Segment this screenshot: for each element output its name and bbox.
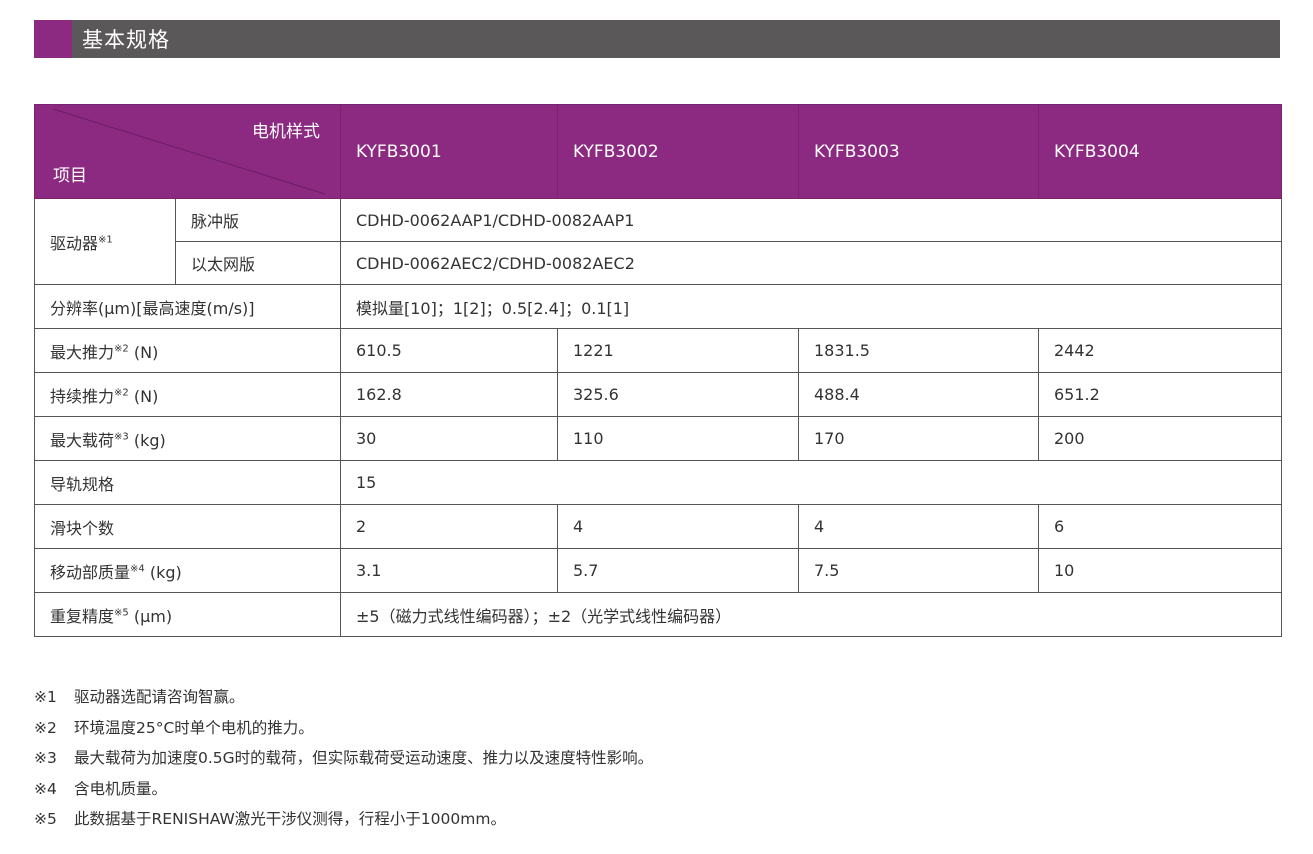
header-item-label: 项目	[53, 166, 87, 186]
table-cell: 200	[1038, 416, 1282, 461]
table-cell: 6	[1038, 504, 1282, 549]
table-cell: 610.5	[340, 328, 558, 373]
max-load-label-cell: 最大载荷※3 (kg)	[34, 416, 341, 461]
table-cell: 30	[340, 416, 558, 461]
header-corner-cell: 电机样式 项目	[34, 104, 341, 199]
repeatability-label: 重复精度	[50, 606, 115, 626]
section-header: 基本规格	[34, 20, 1280, 58]
moving-mass-label: 移动部质量	[50, 562, 131, 582]
moving-mass-label-cell: 移动部质量※4 (kg)	[34, 548, 341, 593]
table-cell: 5.7	[557, 548, 799, 593]
rail-value: 15	[340, 460, 1282, 505]
table-cell: 4	[557, 504, 799, 549]
repeatability-note-mark: ※5	[114, 607, 129, 619]
table-row-driver-ethernet: 以太网版 CDHD-0062AEC2/CDHD-0082AEC2	[35, 241, 1282, 285]
resolution-label: 分辨率(μm)[最高速度(m/s)]	[34, 284, 341, 329]
driver-pulse-value: CDHD-0062AAP1/CDHD-0082AAP1	[340, 198, 1282, 242]
table-cell: 2	[340, 504, 558, 549]
table-cell: 4	[798, 504, 1039, 549]
table-row-max-thrust: 最大推力※2 (N) 610.5 1221 1831.5 2442	[34, 328, 1282, 373]
footnote-3: ※3 最大载荷为加速度0.5G时的载荷，但实际载荷受运动速度、推力以及速度特性影响…	[34, 743, 653, 774]
repeatability-unit: (μm)	[128, 606, 173, 626]
footnote-text: 含电机质量。	[74, 779, 168, 798]
max-thrust-unit: (N)	[128, 342, 159, 362]
table-row-repeatability: 重复精度※5 (μm) ±5（磁力式线性编码器）；±2（光学式线性编码器）	[34, 592, 1282, 637]
table-header-row: 电机样式 项目 KYFB3001 KYFB3002 KYFB3003 KYFB3…	[34, 104, 1282, 199]
driver-label-cell: 驱动器※1	[34, 198, 176, 285]
continuous-thrust-note-mark: ※2	[114, 387, 129, 399]
max-load-label: 最大载荷	[50, 430, 115, 450]
repeatability-value: ±5（磁力式线性编码器）；±2（光学式线性编码器）	[340, 592, 1282, 637]
footnote-mark: ※3	[34, 749, 57, 767]
footnote-1: ※1 驱动器选配请咨询智赢。	[34, 682, 653, 713]
section-title: 基本规格	[82, 28, 170, 52]
table-cell: 162.8	[340, 372, 558, 417]
table-row-resolution: 分辨率(μm)[最高速度(m/s)] 模拟量[10]；1[2]；0.5[2.4]…	[34, 284, 1282, 329]
footnote-text: 此数据基于RENISHAW激光干涉仪测得，行程小于1000mm。	[74, 810, 506, 828]
max-thrust-label: 最大推力	[50, 342, 115, 362]
moving-mass-note-mark: ※4	[130, 563, 145, 575]
driver-ethernet-label: 以太网版	[175, 241, 341, 285]
footnote-5: ※5 此数据基于RENISHAW激光干涉仪测得，行程小于1000mm。	[34, 804, 653, 835]
footnote-mark: ※4	[34, 779, 57, 798]
header-model-2: KYFB3002	[557, 104, 799, 199]
table-cell: 170	[798, 416, 1039, 461]
footnote-text: 驱动器选配请咨询智赢。	[74, 688, 245, 706]
max-thrust-label-cell: 最大推力※2 (N)	[34, 328, 341, 373]
table-row-sliders: 滑块个数 2 4 4 6	[34, 504, 1282, 549]
footnote-mark: ※2	[34, 718, 57, 737]
footnote-2: ※2 环境温度25°C时单个电机的推力。	[34, 713, 653, 744]
max-thrust-note-mark: ※2	[114, 343, 129, 355]
table-cell: 7.5	[798, 548, 1039, 593]
section-accent-block	[34, 20, 72, 58]
driver-note-mark: ※1	[98, 234, 113, 246]
header-model-4: KYFB3004	[1038, 104, 1282, 199]
table-row-continuous-thrust: 持续推力※2 (N) 162.8 325.6 488.4 651.2	[34, 372, 1282, 417]
table-cell: 1221	[557, 328, 799, 373]
table-row-rail: 导轨规格 15	[34, 460, 1282, 505]
max-load-note-mark: ※3	[114, 431, 129, 443]
header-motor-model-label: 电机样式	[252, 122, 320, 142]
continuous-thrust-label-cell: 持续推力※2 (N)	[34, 372, 341, 417]
header-model-1: KYFB3001	[340, 104, 558, 199]
footnote-4: ※4 含电机质量。	[34, 774, 653, 805]
table-cell: 10	[1038, 548, 1282, 593]
driver-pulse-label: 脉冲版	[175, 198, 341, 242]
moving-mass-unit: (kg)	[144, 562, 182, 582]
footnotes: ※1 驱动器选配请咨询智赢。 ※2 环境温度25°C时单个电机的推力。 ※3 最大载荷…	[34, 682, 653, 835]
table-row-moving-mass: 移动部质量※4 (kg) 3.1 5.7 7.5 10	[34, 548, 1282, 593]
driver-ethernet-value: CDHD-0062AEC2/CDHD-0082AEC2	[340, 241, 1282, 285]
header-model-3: KYFB3003	[798, 104, 1039, 199]
resolution-value: 模拟量[10]；1[2]；0.5[2.4]；0.1[1]	[340, 284, 1282, 329]
footnote-text: 最大载荷为加速度0.5G时的载荷，但实际载荷受运动速度、推力以及速度特性影响。	[74, 749, 654, 767]
max-load-unit: (kg)	[128, 430, 166, 450]
table-cell: 325.6	[557, 372, 799, 417]
footnote-text: 环境温度25°C时单个电机的推力。	[74, 718, 314, 737]
table-cell: 651.2	[1038, 372, 1282, 417]
table-row-max-load: 最大载荷※3 (kg) 30 110 170 200	[34, 416, 1282, 461]
footnote-mark: ※1	[34, 688, 57, 706]
table-cell: 488.4	[798, 372, 1039, 417]
sliders-label: 滑块个数	[34, 504, 341, 549]
spec-table: 电机样式 项目 KYFB3001 KYFB3002 KYFB3003 KYFB3…	[34, 104, 1282, 637]
table-cell: 1831.5	[798, 328, 1039, 373]
table-cell: 110	[557, 416, 799, 461]
repeatability-label-cell: 重复精度※5 (μm)	[34, 592, 341, 637]
table-cell: 2442	[1038, 328, 1282, 373]
rail-label: 导轨规格	[34, 460, 341, 505]
footnote-mark: ※5	[34, 810, 57, 828]
driver-label: 驱动器	[50, 233, 99, 253]
continuous-thrust-unit: (N)	[128, 386, 159, 406]
table-cell: 3.1	[340, 548, 558, 593]
continuous-thrust-label: 持续推力	[50, 386, 115, 406]
table-row-driver-pulse: 驱动器※1 脉冲版 CDHD-0062AAP1/CDHD-0082AAP1	[34, 198, 1282, 285]
